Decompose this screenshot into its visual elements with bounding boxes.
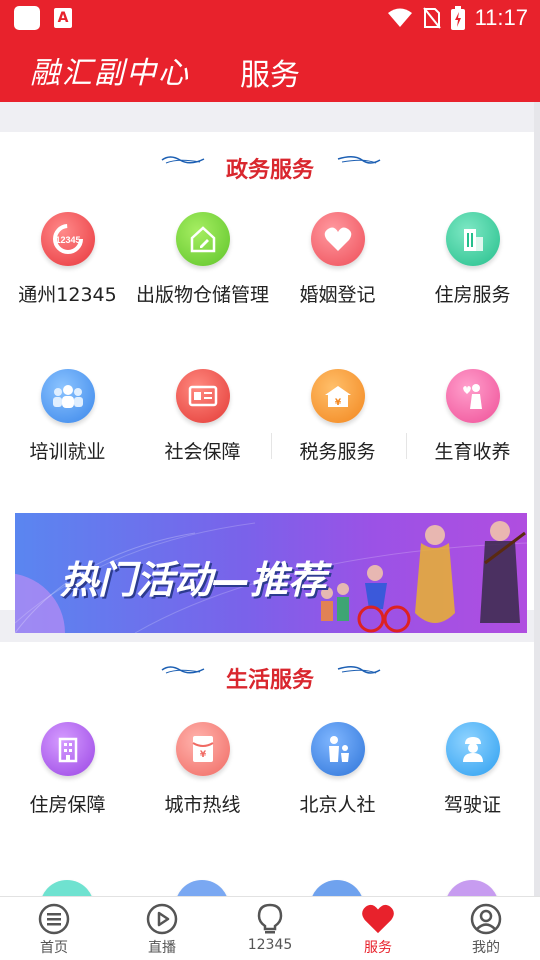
service-tax[interactable]: ¥ 税务服务 (270, 369, 405, 464)
service-label: 社会保障 (164, 441, 241, 463)
12345-hotline-icon: 12345 (40, 212, 95, 266)
life-services-card: 生活服务 住房保障 ¥ 城市热线 北京人社 驾驶证 (0, 642, 540, 934)
life-section-title: 生活服务 (225, 668, 314, 693)
tab-label: 12345 (247, 937, 293, 953)
wifi-icon (387, 8, 412, 27)
service-label: 税务服务 (299, 441, 376, 463)
tab-services[interactable]: 服务 (324, 897, 432, 960)
service-label: 城市热线 (164, 794, 241, 816)
service-label: 住房服务 (434, 284, 511, 306)
service-label: 住房保障 (29, 794, 106, 816)
people-group-icon (40, 369, 95, 423)
driver-icon (445, 722, 500, 776)
service-housing-security[interactable]: 住房保障 (0, 722, 135, 817)
battery-icon (450, 6, 465, 30)
heart-icon (361, 902, 395, 936)
service-housing[interactable]: 住房服务 (405, 212, 540, 307)
service-birth-adoption[interactable]: 生育收养 (405, 369, 540, 464)
mother-icon (445, 369, 500, 423)
gov-section-title: 政务服务 (225, 158, 314, 183)
service-publication-storage[interactable]: 出版物仓储管理 (135, 212, 270, 307)
app-logo: 融汇副中心 (30, 56, 190, 91)
status-bar: A 11:17 (0, 0, 540, 36)
tab-label: 直播 (148, 940, 176, 956)
tab-label: 我的 (472, 940, 500, 956)
tax-house-icon: ¥ (310, 369, 365, 423)
bottom-tab-bar: 首页 直播 12345 服务 我的 (0, 896, 540, 960)
svg-text:¥: ¥ (334, 398, 341, 408)
right-flourish-icon (337, 666, 381, 674)
apartment-icon (40, 722, 95, 776)
building-icon (445, 212, 500, 266)
status-time: 11:17 (474, 5, 528, 30)
hot-activities-banner[interactable]: 热门活动—推荐 (15, 513, 527, 633)
performer-illustration (321, 521, 526, 633)
svg-text:12345: 12345 (55, 235, 80, 245)
service-label: 通州12345 (18, 284, 117, 306)
tab-12345[interactable]: 12345 (216, 897, 324, 960)
banner-title: 热门活动—推荐 (60, 558, 327, 602)
scrollbar[interactable] (534, 102, 540, 896)
parent-child-icon (310, 722, 365, 776)
tab-label: 首页 (40, 940, 68, 956)
service-label: 驾驶证 (443, 794, 501, 816)
service-label: 生育收养 (434, 441, 511, 463)
no-sim-icon (422, 7, 441, 29)
lightbulb-icon (253, 902, 287, 936)
service-label: 婚姻登记 (299, 284, 376, 306)
notification-a-icon: A (54, 8, 72, 28)
user-icon (469, 902, 503, 936)
service-tongzhou-12345[interactable]: 12345 通州12345 (0, 212, 135, 307)
menu-circle-icon (37, 902, 71, 936)
service-training-employment[interactable]: 培训就业 (0, 369, 135, 464)
tab-mine[interactable]: 我的 (432, 897, 540, 960)
service-label: 培训就业 (29, 441, 106, 463)
service-social-security[interactable]: 社会保障 (135, 369, 270, 464)
heart-icon (310, 212, 365, 266)
notification-app-icon (14, 6, 40, 30)
service-driver-license[interactable]: 驾驶证 (405, 722, 540, 817)
service-marriage-registration[interactable]: 婚姻登记 (270, 212, 405, 307)
tab-label: 服务 (364, 940, 392, 956)
tab-live[interactable]: 直播 (108, 897, 216, 960)
red-envelope-icon: ¥ (175, 722, 230, 776)
id-card-icon (175, 369, 230, 423)
service-city-hotline[interactable]: ¥ 城市热线 (135, 722, 270, 817)
page-title: 服务 (240, 58, 300, 93)
play-circle-icon (145, 902, 179, 936)
app-header: 融汇副中心 服务 (0, 36, 540, 102)
svg-text:¥: ¥ (199, 750, 206, 760)
right-flourish-icon (337, 156, 381, 164)
service-label: 北京人社 (299, 794, 376, 816)
house-edit-icon (175, 212, 230, 266)
tab-home[interactable]: 首页 (0, 897, 108, 960)
service-beijing-social[interactable]: 北京人社 (270, 722, 405, 817)
service-label: 出版物仓储管理 (135, 284, 269, 306)
